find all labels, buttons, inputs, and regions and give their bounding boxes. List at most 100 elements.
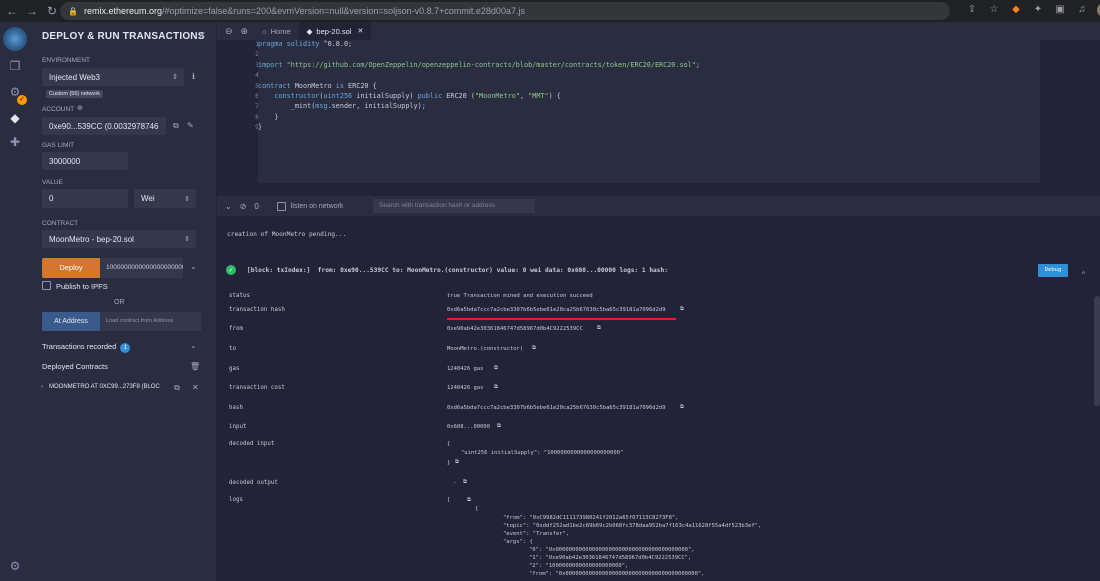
tab-home[interactable]: ⌂ Home [254, 22, 299, 40]
row-key: logs [229, 497, 243, 503]
pending-count: 0 [254, 201, 259, 211]
copy-icon[interactable]: ⧉ [455, 459, 459, 466]
music-icon[interactable]: ♫ [1075, 3, 1089, 17]
chevron-right-icon[interactable]: › [41, 384, 43, 390]
log-line: "from": "0xC9982dC111173980241f2012a65f0… [503, 515, 679, 521]
code-line: } [258, 123, 263, 132]
zoom-out-icon[interactable]: ⊖ [225, 26, 233, 37]
transactions-recorded-label: Transactions recorded [42, 342, 117, 351]
contract-select[interactable]: MoonMetro - bep-20.sol ⇕ [42, 230, 196, 248]
deployed-contracts-label: Deployed Contracts [42, 362, 108, 371]
log-line: "topic": "0xddf252ad1be2c89b69c2b068fc37… [503, 523, 762, 529]
row-value: 0xe90ab42e30361846747d58967d0b4C9222539C… [447, 326, 583, 332]
tab-bep20[interactable]: ◆ bep-20.sol ✕ [298, 22, 372, 40]
copy-icon[interactable]: ⧉ [494, 365, 498, 372]
publish-ipfs-checkbox[interactable] [42, 281, 51, 290]
row-value: - [453, 480, 457, 486]
listen-network-checkbox[interactable] [276, 201, 286, 211]
line-number: 5 [217, 82, 259, 92]
deploy-argument-input[interactable]: 1000000000000000000000 [100, 258, 183, 278]
publish-ipfs-label: Publish to IPFS [56, 282, 108, 291]
terminal-search-input[interactable]: Search with transaction hash or address [373, 199, 535, 213]
copy-icon[interactable]: ⧉ [494, 384, 498, 391]
clear-console-icon[interactable]: ⊘ [240, 202, 247, 211]
copy-address-icon[interactable]: ⧉ [174, 383, 180, 393]
address-bar[interactable]: 🔒 remix.ethereum.org /#optimize=false&ru… [60, 2, 950, 20]
back-icon[interactable]: ← [4, 4, 20, 18]
log-line: "from": "0x00000000000000000000000000000… [529, 571, 705, 577]
line-number: 4 [217, 71, 259, 81]
code-line: import "https://github.com/OpenZeppelin/… [258, 60, 700, 69]
log-line: "0": "0x00000000000000000000000000000000… [529, 547, 695, 553]
remix-logo-icon[interactable] [3, 27, 27, 51]
row-value: 1240426 gas [447, 385, 484, 391]
terminal-scrollbar[interactable] [1094, 296, 1100, 406]
gas-limit-input[interactable]: 3000000 [42, 152, 128, 170]
code-line: } [258, 112, 279, 121]
log-line: "event": "Transfer", [503, 531, 570, 537]
row-value: 1240426 gas [447, 366, 484, 372]
or-divider: OR [114, 299, 125, 306]
chevron-down-icon[interactable]: ⌄ [190, 341, 197, 350]
select-caret-icon: ⇕ [184, 195, 190, 203]
copy-icon[interactable]: ⧉ [532, 345, 536, 352]
code-line: pragma solidity ^0.8.0; [258, 40, 353, 48]
close-instance-icon[interactable]: ✕ [192, 383, 199, 392]
collapse-terminal-icon[interactable]: ⌄ [225, 202, 232, 211]
trash-icon[interactable]: 🗑 [190, 362, 200, 371]
forward-icon[interactable]: → [24, 4, 40, 18]
row-value: 0xd6a5bda7ccc7a2cbe3307b6b5ebe61e20ca25b… [447, 405, 666, 411]
value-input[interactable]: 0 [42, 189, 128, 208]
environment-select[interactable]: Injected Web3 ⇕ [42, 68, 184, 86]
chevron-up-icon[interactable]: ⌃ [1081, 270, 1086, 279]
log-line: "args": { [503, 539, 533, 545]
pending-message: creation of MoonMetro pending... [227, 231, 347, 238]
value-unit-select[interactable]: Wei ⇕ [134, 189, 196, 208]
info-icon[interactable]: ℹ [192, 72, 195, 81]
add-account-icon[interactable]: ⊕ [77, 104, 83, 112]
row-value: true Transaction mined and execution suc… [447, 293, 593, 299]
settings-gear-icon[interactable]: ⚙ [7, 558, 23, 574]
code-editor[interactable]: 1 2 3 4 5 6 7 8 9 pragma solidity ^0.8.0… [217, 40, 1100, 183]
copy-icon[interactable]: ⧉ [680, 306, 684, 313]
close-tab-icon[interactable]: ✕ [357, 27, 363, 35]
environment-value: Injected Web3 [49, 72, 100, 82]
metamask-icon[interactable]: ◆ [1009, 3, 1023, 17]
share-icon[interactable]: ⇪ [965, 3, 979, 17]
decoded-input-close: } [447, 460, 451, 466]
row-key: input [229, 424, 247, 430]
copy-icon[interactable]: ⧉ [463, 479, 467, 486]
code-line: constructor(uint256 initialSupply) publi… [274, 91, 561, 100]
at-address-button[interactable]: At Address [42, 312, 100, 331]
load-contract-input[interactable]: Load contract from Address [100, 312, 201, 331]
expand-args-chevron-icon[interactable]: ⌄ [190, 262, 197, 271]
copy-icon[interactable]: ⧉ [467, 497, 471, 504]
extension-icon[interactable]: ✦ [1031, 3, 1045, 17]
deploy-run-icon[interactable]: ◆ [7, 110, 23, 126]
plugin-manager-icon[interactable]: ✚ [7, 134, 23, 150]
reload-icon[interactable]: ↻ [44, 4, 60, 18]
select-caret-icon: ⇕ [172, 74, 178, 81]
row-value: [ [447, 497, 451, 503]
transactions-recorded[interactable]: Transactions recorded 1 [42, 342, 131, 353]
row-key: transaction cost [229, 385, 285, 391]
account-select[interactable]: 0xe90...539CC (0.0032978746 [42, 117, 166, 135]
line-number: 3 [217, 61, 259, 71]
copy-icon[interactable]: ⧉ [597, 325, 601, 332]
panel-close-icon[interactable]: ✕ [198, 30, 206, 41]
row-key: decoded output [229, 480, 278, 486]
copy-account-icon[interactable]: ⧉ [173, 121, 179, 131]
value-amount: 0 [49, 194, 54, 203]
zoom-in-icon[interactable]: ⊕ [241, 26, 249, 37]
deployed-contract-item[interactable]: MOONMETRO AT 0XC99...273F8 (BLOC [49, 384, 160, 390]
copy-icon[interactable]: ⧉ [680, 404, 684, 411]
edit-account-icon[interactable]: ✎ [187, 121, 194, 130]
puzzle-icon[interactable]: ▣ [1053, 3, 1067, 17]
file-explorer-icon[interactable]: ❐ [7, 58, 23, 74]
star-icon[interactable]: ☆ [987, 3, 1001, 17]
copy-icon[interactable]: ⧉ [497, 423, 501, 430]
debug-button[interactable]: Debug [1038, 264, 1068, 277]
code-area[interactable]: pragma solidity ^0.8.0; import "https://… [258, 40, 1040, 183]
deploy-button[interactable]: Deploy [42, 258, 100, 278]
